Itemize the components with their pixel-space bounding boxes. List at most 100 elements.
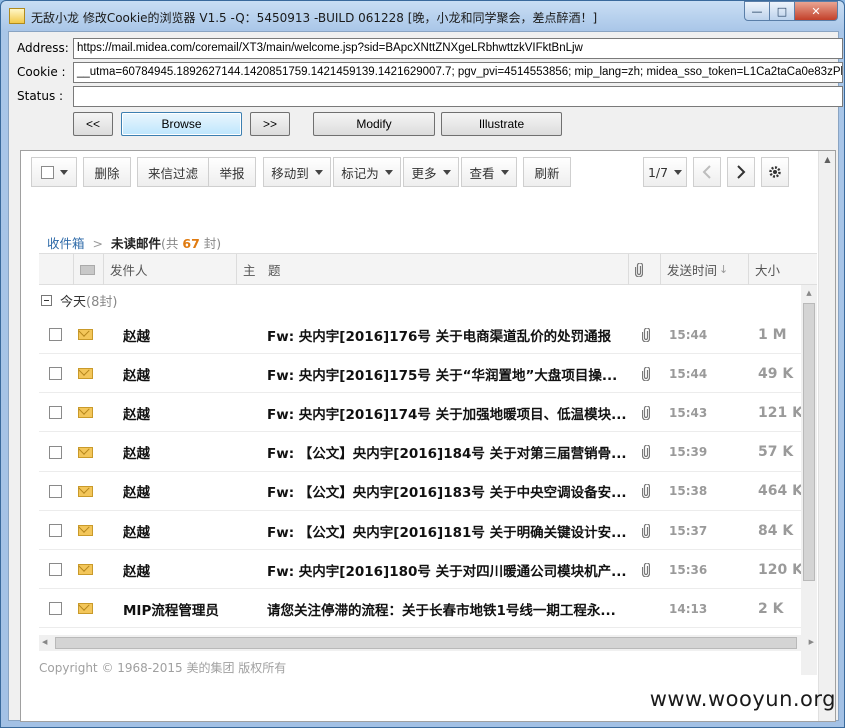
- mail-status-cell: [78, 589, 98, 628]
- header-sender[interactable]: 发件人: [103, 254, 236, 285]
- illustrate-button[interactable]: Illustrate: [441, 112, 562, 136]
- select-all-checkbox[interactable]: [40, 165, 54, 179]
- scroll-right-arrow-icon[interactable]: ▶: [809, 638, 814, 646]
- cookie-field[interactable]: __utma=60784945.1892627144.1420851759.14…: [73, 62, 843, 83]
- collapse-icon[interactable]: [41, 294, 52, 306]
- mail-row[interactable]: 赵越 Fw: 【公文】央内宇[2016]181号 关于明确关键设计安... 15:3…: [39, 511, 801, 550]
- mail-checkbox[interactable]: [49, 445, 62, 459]
- group-today-label: 今天: [60, 294, 87, 310]
- chevron-left-icon: [702, 165, 711, 179]
- mail-checkbox[interactable]: [49, 406, 62, 420]
- app-icon: [9, 8, 25, 24]
- modify-button[interactable]: Modify: [313, 112, 435, 136]
- breadcrumb-inbox-link[interactable]: 收件箱: [47, 236, 85, 251]
- mark-as-dropdown[interactable]: 标记为: [333, 157, 401, 187]
- mail-checkbox[interactable]: [49, 328, 62, 341]
- view-dropdown[interactable]: 查看: [461, 157, 517, 187]
- mail-checkbox-cell: [49, 393, 65, 432]
- mail-time: 15:44: [669, 366, 708, 381]
- mail-sender[interactable]: 赵越: [123, 511, 263, 550]
- forward-button[interactable]: >>: [250, 112, 290, 136]
- mail-checkbox[interactable]: [49, 367, 62, 381]
- close-button[interactable]: ✕: [794, 1, 838, 21]
- paperclip-icon: [642, 445, 650, 460]
- scrollbar-thumb[interactable]: [55, 637, 797, 649]
- scroll-up-arrow-icon[interactable]: ▲: [819, 151, 835, 168]
- mail-row[interactable]: MIP流程管理员 请您关注停滞的流程：关于长春市地铁1号线一期工程永... 14:1…: [39, 589, 801, 629]
- title-bar[interactable]: 无敌小龙 修改Cookie的浏览器 V1.5 -Q：5450913 -BUILD…: [1, 1, 844, 31]
- mail-list-horizontal-scrollbar[interactable]: ◀ ▶: [39, 635, 817, 651]
- scroll-up-arrow-icon[interactable]: ▲: [801, 285, 817, 301]
- mail-sender[interactable]: MIP流程管理员: [123, 589, 263, 628]
- move-to-dropdown[interactable]: 移动到: [263, 157, 331, 187]
- prev-page-button[interactable]: [693, 157, 721, 187]
- header-read-status-column[interactable]: [73, 254, 103, 285]
- mail-list-vertical-scrollbar[interactable]: ▲: [801, 285, 817, 675]
- breadcrumb-separator: >: [92, 236, 103, 251]
- mail-time: 15:36: [669, 562, 708, 577]
- caret-down-icon: [384, 169, 393, 175]
- next-page-button[interactable]: [727, 157, 755, 187]
- paperclip-icon: [635, 262, 643, 277]
- mail-checkbox[interactable]: [49, 524, 62, 537]
- mail-row[interactable]: 赵越 Fw: 【公文】央内宇[2016]184号 关于对第三届营销骨... 15:3…: [39, 433, 801, 472]
- mail-checkbox[interactable]: [49, 484, 62, 498]
- scrollbar-thumb[interactable]: [803, 303, 815, 581]
- filter-button[interactable]: 来信过滤: [137, 157, 209, 187]
- report-button[interactable]: 举报: [208, 157, 256, 187]
- mail-subject[interactable]: Fw: 央内宇[2016]180号 关于对四川暖通公司模块机产...: [267, 550, 629, 589]
- mail-subject[interactable]: Fw: 央内宇[2016]175号 关于“华润置地”大盘项目操...: [267, 354, 629, 393]
- mail-time: 15:37: [669, 523, 708, 538]
- mail-subject[interactable]: Fw: 央内宇[2016]174号 关于加强地暖项目、低温模块...: [267, 393, 629, 432]
- mail-checkbox-cell: [49, 589, 65, 628]
- mail-sender[interactable]: 赵越: [123, 315, 263, 354]
- mail-subject[interactable]: Fw: 【公文】央内宇[2016]181号 关于明确关键设计安...: [267, 511, 629, 550]
- refresh-button[interactable]: 刷新: [523, 157, 571, 187]
- mail-row[interactable]: 赵越 Fw: 央内宇[2016]180号 关于对四川暖通公司模块机产... 15:3…: [39, 550, 803, 590]
- paperclip-icon: [642, 484, 650, 499]
- mail-sender[interactable]: 赵越: [123, 393, 263, 432]
- mail-row[interactable]: 赵越 Fw: 央内宇[2016]175号 关于“华润置地”大盘项目操... 15:4…: [39, 354, 801, 394]
- page-dropdown[interactable]: 1/7: [643, 157, 687, 187]
- mail-attachment-cell: [642, 472, 656, 511]
- mail-subject[interactable]: Fw: 【公文】央内宇[2016]183号 关于中央空调设备安...: [267, 472, 629, 511]
- delete-button[interactable]: 删除: [83, 157, 131, 187]
- mail-webview: 删除 来信过滤 举报 移动到 标记为 更多 查看 刷新 1/7 收件箱 > 未读…: [20, 150, 836, 722]
- settings-button[interactable]: [761, 157, 789, 187]
- header-size[interactable]: 大小: [748, 254, 817, 285]
- more-dropdown[interactable]: 更多: [403, 157, 459, 187]
- page-label: 1/7: [647, 164, 669, 180]
- mail-row[interactable]: 赵越 Fw: 【公文】央内宇[2016]183号 关于中央空调设备安... 15:3…: [39, 472, 803, 511]
- group-today[interactable]: 今天 (8封): [39, 285, 801, 315]
- mail-subject[interactable]: Fw: 【公文】央内宇[2016]184号 关于对第三届营销骨...: [267, 433, 629, 472]
- move-to-label: 移动到: [271, 165, 309, 181]
- maximize-button[interactable]: □: [769, 1, 795, 21]
- mail-checkbox[interactable]: [49, 602, 62, 616]
- mail-row[interactable]: 赵越 Fw: 央内宇[2016]176号 关于电商渠道乱价的处罚通报 15:44 1 …: [39, 315, 801, 354]
- scroll-left-arrow-icon[interactable]: ◀: [42, 638, 47, 646]
- status-field[interactable]: [73, 86, 843, 107]
- back-button[interactable]: <<: [73, 112, 113, 136]
- mail-sender[interactable]: 赵越: [123, 472, 263, 511]
- window-title: 无敌小龙 修改Cookie的浏览器 V1.5 -Q：5450913 -BUILD…: [31, 11, 598, 25]
- mail-sender[interactable]: 赵越: [123, 354, 263, 393]
- minimize-button[interactable]: —: [744, 1, 770, 21]
- mail-row[interactable]: 赵越 Fw: 央内宇[2016]174号 关于加强地暖项目、低温模块... 15:4…: [39, 393, 803, 433]
- mail-subject[interactable]: 请您关注停滞的流程：关于长春市地铁1号线一期工程永...: [267, 589, 629, 628]
- page-vertical-scrollbar[interactable]: ▲: [818, 151, 835, 721]
- header-subject[interactable]: 主 题: [236, 254, 628, 285]
- address-field[interactable]: https://mail.midea.com/coremail/XT3/main…: [73, 38, 843, 59]
- breadcrumb: 收件箱 > 未读邮件(共 67 封): [47, 233, 221, 252]
- mail-sender[interactable]: 赵越: [123, 550, 263, 589]
- header-attachment-column[interactable]: [628, 254, 660, 285]
- caret-down-icon: [59, 169, 68, 175]
- mail-sender[interactable]: 赵越: [123, 433, 263, 472]
- mail-subject[interactable]: Fw: 央内宇[2016]176号 关于电商渠道乱价的处罚通报: [267, 315, 629, 354]
- mail-checkbox[interactable]: [49, 563, 62, 577]
- mail-list: 今天 (8封) 赵越 Fw: 央内宇[2016]176号 关于电商渠道乱价的处罚通报…: [39, 285, 817, 641]
- select-all-dropdown[interactable]: [31, 157, 77, 187]
- caret-down-icon: [314, 169, 323, 175]
- unread-envelope-icon: [78, 525, 93, 536]
- browse-button[interactable]: Browse: [121, 112, 242, 136]
- header-sent-time[interactable]: 发送时间 ↓: [660, 254, 748, 285]
